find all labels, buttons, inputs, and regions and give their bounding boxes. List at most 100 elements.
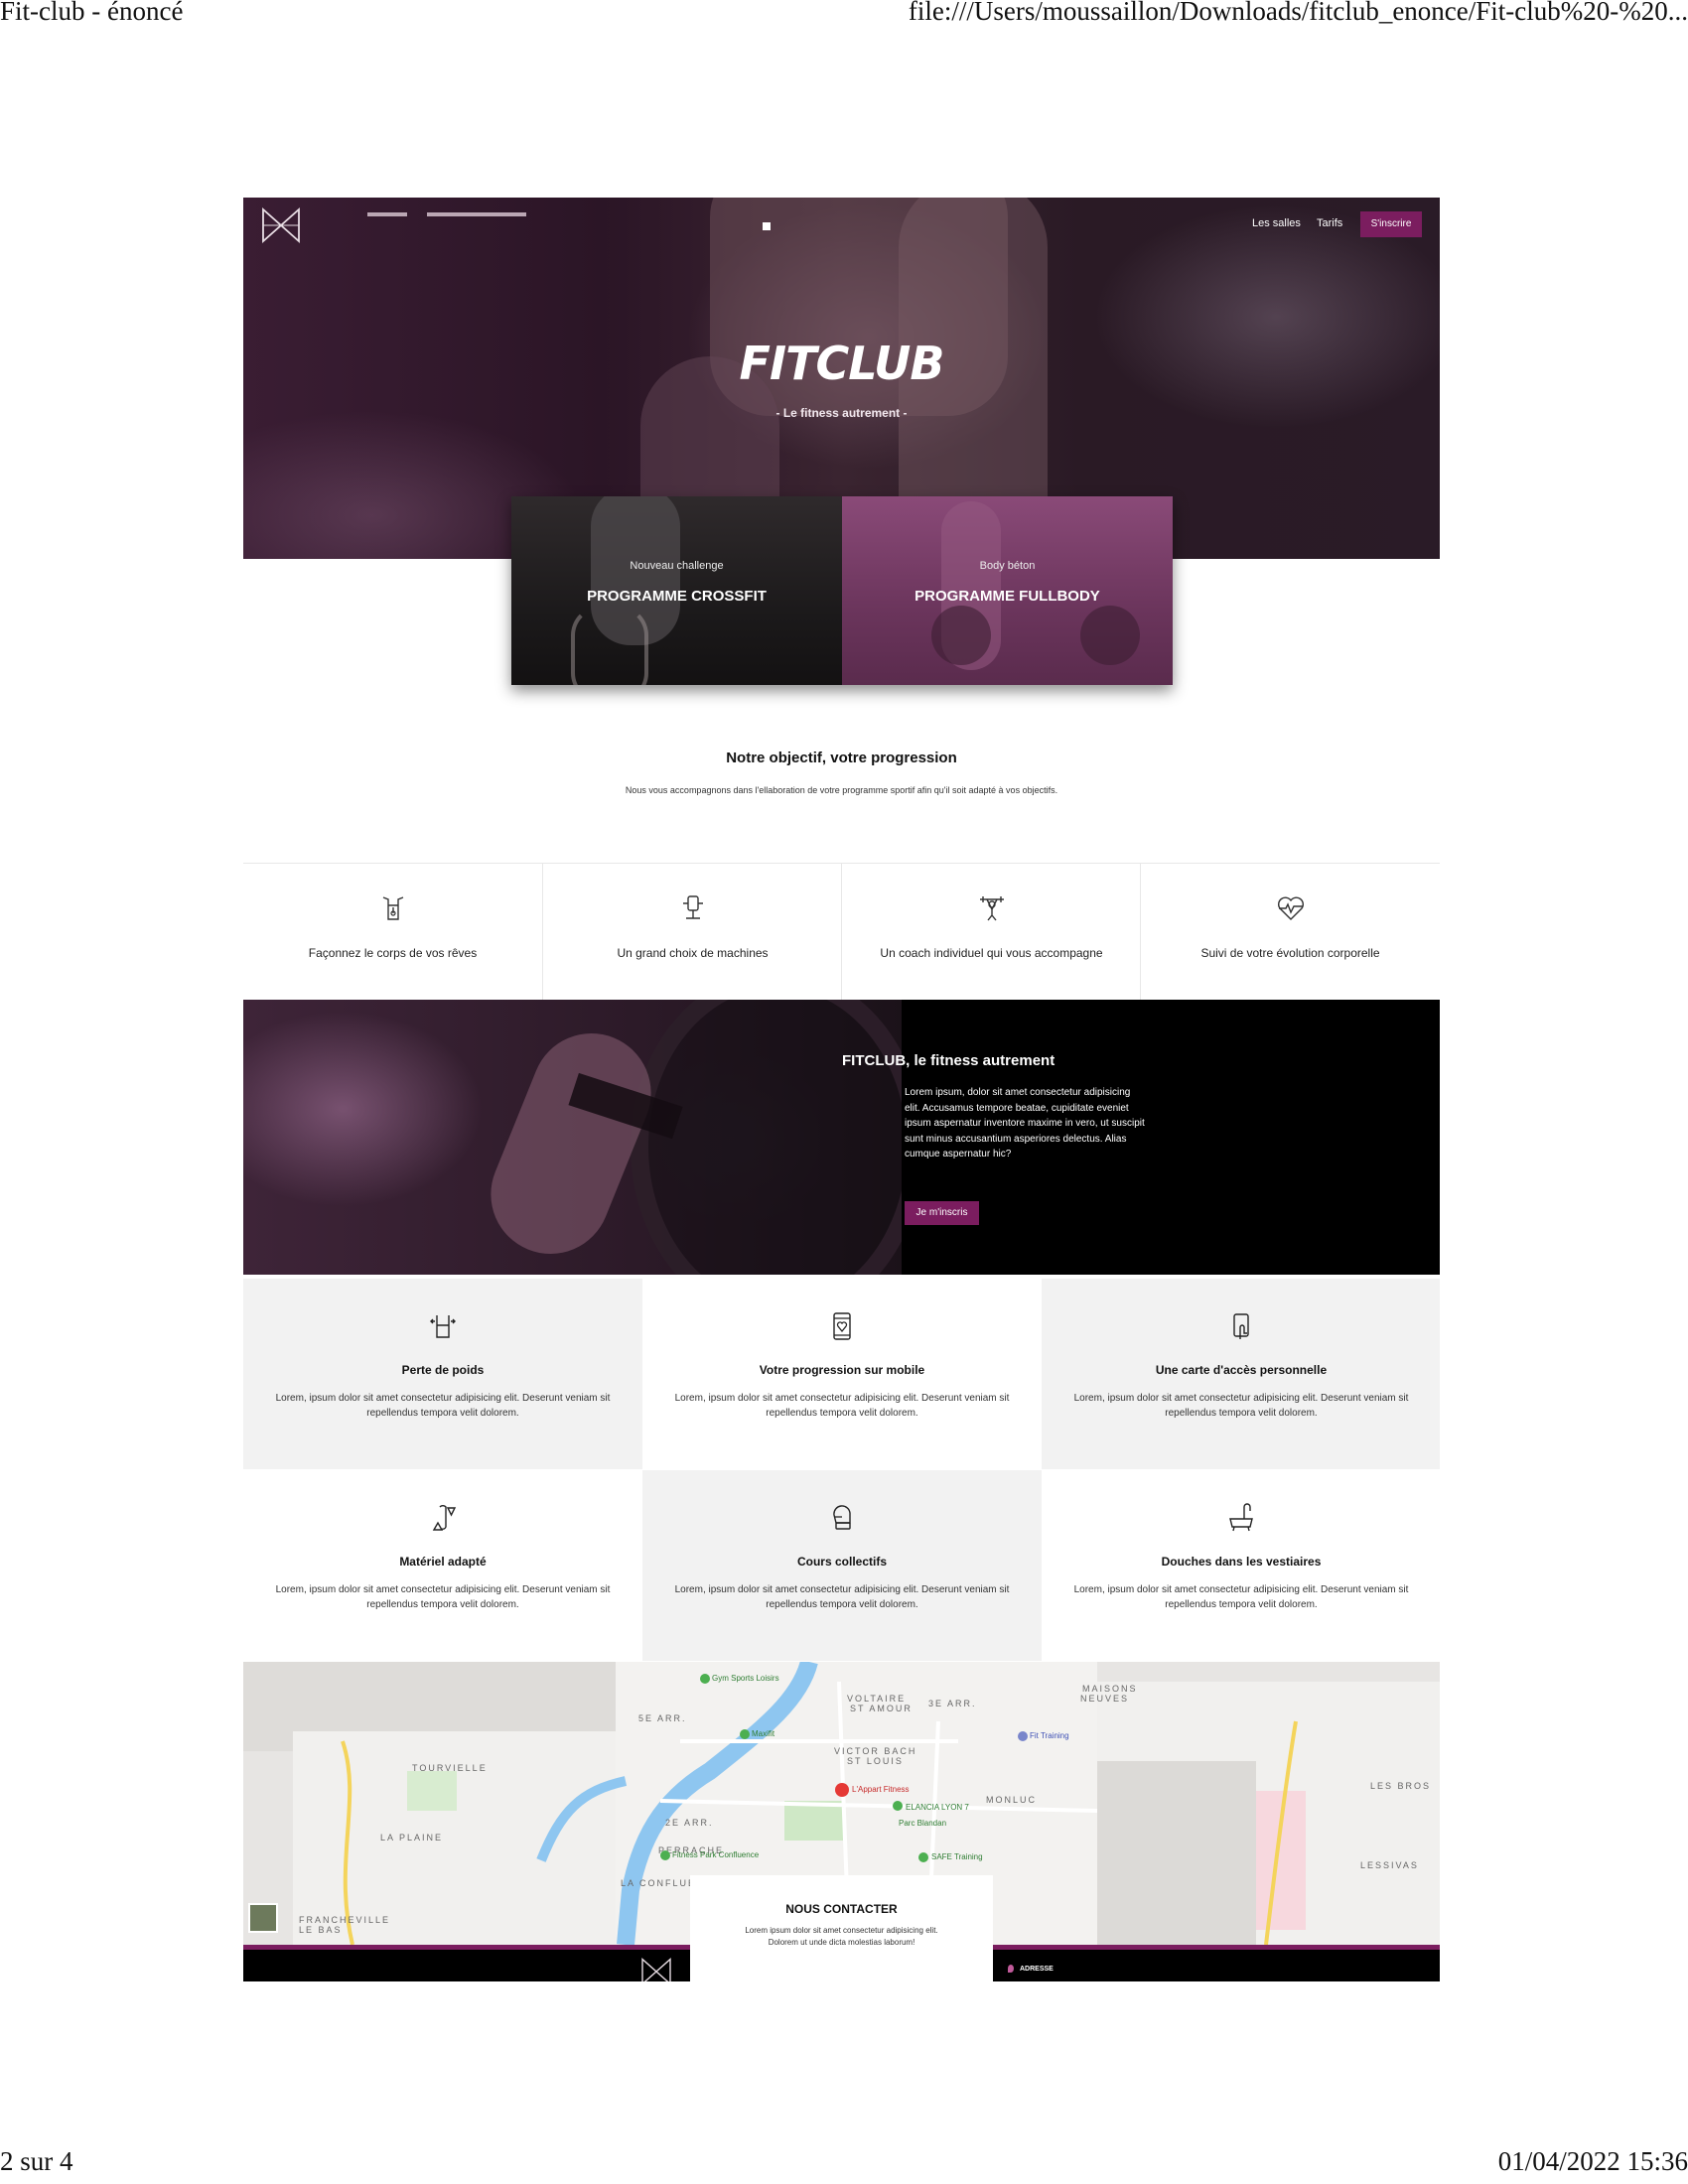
signup-button[interactable]: S'inscrire bbox=[1360, 211, 1422, 237]
equipment-icon bbox=[432, 1505, 457, 1531]
map-satellite-toggle[interactable] bbox=[248, 1903, 278, 1933]
advantage-text: Lorem, ipsum dolor sit amet consectetur … bbox=[1073, 1584, 1409, 1610]
advantage-title: Matériel adapté bbox=[399, 1555, 487, 1569]
mobile-heart-icon bbox=[833, 1312, 851, 1340]
coach-icon bbox=[980, 896, 1004, 921]
advantage-card: Cours collectifs Lorem, ipsum dolor sit … bbox=[642, 1470, 1042, 1661]
carousel-dot[interactable] bbox=[763, 222, 771, 230]
advantage-text: Lorem, ipsum dolor sit amet consectetur … bbox=[275, 1584, 611, 1610]
features-row: Façonnez le corps de vos rêves Un grand … bbox=[243, 863, 1440, 1001]
map-pin-icon[interactable] bbox=[660, 1850, 670, 1860]
boxing-glove-icon bbox=[833, 1505, 851, 1530]
print-header-title: Fit-club - énoncé bbox=[0, 0, 184, 26]
contact-title: NOUS CONTACTER bbox=[785, 1902, 898, 1916]
heart-pulse-icon bbox=[1278, 896, 1304, 920]
weight-plate-shape bbox=[1080, 606, 1140, 665]
feature-item: Suivi de votre évolution corporelle bbox=[1140, 864, 1440, 1001]
map-place-label: Fitness Park Confluence bbox=[672, 1850, 760, 1859]
about-section: FITCLUB, le fitness autrement Lorem ipsu… bbox=[243, 1000, 1440, 1275]
program-cards: Nouveau challenge PROGRAMME CROSSFIT Bod… bbox=[511, 496, 1173, 685]
program-subtitle: Body béton bbox=[979, 560, 1036, 572]
machine-icon bbox=[683, 895, 703, 919]
program-subtitle: Nouveau challenge bbox=[630, 560, 724, 572]
advantage-title: Douches dans les vestiaires bbox=[1161, 1555, 1322, 1569]
nav-link-tarifs[interactable]: Tarifs bbox=[1317, 217, 1342, 229]
map-pin-icon[interactable] bbox=[893, 1801, 903, 1811]
advantage-title: Cours collectifs bbox=[796, 1555, 888, 1569]
map-pin-icon[interactable] bbox=[700, 1674, 710, 1684]
map-district-label: 3E ARR. bbox=[928, 1699, 977, 1708]
map-district-label: 2E ARR. bbox=[665, 1818, 714, 1828]
advantage-title: Une carte d'accès personnelle bbox=[1155, 1363, 1328, 1377]
map-district-label: FRANCHEVILLE bbox=[299, 1915, 391, 1925]
advantage-card: Perte de poids Lorem, ipsum dolor sit am… bbox=[243, 1279, 642, 1469]
contact-text: Lorem ipsum dolor sit amet consectetur a… bbox=[745, 1926, 938, 1947]
map-place-label: Fit Training bbox=[1030, 1731, 1069, 1740]
print-header-url: file:///Users/moussaillon/Downloads/fitc… bbox=[908, 0, 1688, 26]
map-district-label: VICTOR BACH bbox=[834, 1746, 917, 1756]
program-card-crossfit[interactable]: Nouveau challenge PROGRAMME CROSSFIT bbox=[511, 496, 842, 685]
map-place-label: SAFE Training bbox=[931, 1852, 983, 1861]
map-district-label: TOURVIELLE bbox=[412, 1763, 488, 1773]
access-card-icon bbox=[1233, 1313, 1249, 1339]
map-pin-icon[interactable] bbox=[740, 1729, 750, 1739]
shower-icon bbox=[1229, 1503, 1253, 1532]
map-pin-icon[interactable] bbox=[918, 1852, 928, 1862]
feature-item: Un coach individuel qui vous accompagne bbox=[841, 864, 1141, 1001]
feature-label: Un grand choix de machines bbox=[617, 946, 769, 960]
advantage-text: Lorem, ipsum dolor sit amet consectetur … bbox=[674, 1393, 1010, 1419]
hero-bar-decor bbox=[367, 212, 407, 216]
nav-link-salles[interactable]: Les salles bbox=[1252, 217, 1301, 229]
map-district-label: 5E ARR. bbox=[638, 1713, 687, 1723]
map-place-label: Parc Blandan bbox=[899, 1819, 947, 1828]
feature-item: Façonnez le corps de vos rêves bbox=[243, 864, 542, 1001]
weight-plate-shape bbox=[931, 606, 991, 665]
feature-label: Suivi de votre évolution corporelle bbox=[1200, 946, 1380, 960]
map-district-label: VOLTAIRE bbox=[847, 1694, 907, 1704]
feature-label: Façonnez le corps de vos rêves bbox=[308, 946, 478, 960]
map-district-label: MONLUC bbox=[986, 1795, 1038, 1805]
map-district-label: NEUVES bbox=[1080, 1694, 1130, 1704]
map-pin-icon[interactable] bbox=[835, 1783, 849, 1797]
print-footer-datetime: 01/04/2022 15:36 bbox=[1497, 2146, 1688, 2176]
map-district-label: MAISONS bbox=[1082, 1684, 1138, 1694]
hero-title: FITCLUB bbox=[739, 337, 945, 390]
advantage-card: Douches dans les vestiaires Lorem, ipsum… bbox=[1042, 1470, 1440, 1661]
map-district-label: LESSIVAS bbox=[1360, 1860, 1419, 1870]
join-button[interactable]: Je m'inscris bbox=[905, 1201, 979, 1225]
program-title: PROGRAMME CROSSFIT bbox=[587, 588, 767, 605]
advantage-title: Votre progression sur mobile bbox=[759, 1363, 925, 1377]
feature-item: Un grand choix de machines bbox=[542, 864, 842, 1001]
program-title: PROGRAMME FULLBODY bbox=[914, 588, 1100, 605]
fitclub-logo-icon[interactable] bbox=[638, 1958, 674, 1981]
battle-rope-shape bbox=[571, 606, 648, 685]
advantages-grid: Perte de poids Lorem, ipsum dolor sit am… bbox=[243, 1279, 1440, 1661]
website-page: Les salles Tarifs S'inscrire FITCLUB - L… bbox=[243, 198, 1440, 1981]
program-card-fullbody[interactable]: Body béton PROGRAMME FULLBODY bbox=[842, 496, 1173, 685]
feature-label: Un coach individuel qui vous accompagne bbox=[880, 946, 1103, 960]
fitclub-logo-icon[interactable] bbox=[261, 207, 301, 243]
about-image bbox=[243, 1000, 902, 1275]
map-district-label: LES BROS bbox=[1370, 1781, 1432, 1791]
map-place-label: ELANCIA LYON 7 bbox=[906, 1803, 969, 1812]
footer-address-label: ADRESSE bbox=[1020, 1966, 1054, 1973]
map-district-label: ST AMOUR bbox=[850, 1704, 913, 1713]
print-footer-page: 2 sur 4 bbox=[0, 2146, 73, 2176]
about-title: FITCLUB, le fitness autrement bbox=[842, 1052, 1055, 1069]
map-district-label: LA PLAINE bbox=[380, 1833, 444, 1843]
map-district-label: ST LOUIS bbox=[847, 1756, 904, 1766]
advantage-title: Perte de poids bbox=[401, 1363, 485, 1377]
map-pin-icon[interactable] bbox=[1018, 1731, 1028, 1741]
about-text: Lorem ipsum, dolor sit amet consectetur … bbox=[905, 1087, 1145, 1160]
map-place-label: L'Appart Fitness bbox=[852, 1785, 910, 1794]
advantage-card: Matériel adapté Lorem, ipsum dolor sit a… bbox=[243, 1470, 642, 1661]
map-district-label: LE BAS bbox=[299, 1925, 343, 1935]
hero-tagline: - Le fitness autrement - bbox=[775, 406, 908, 420]
advantage-text: Lorem, ipsum dolor sit amet consectetur … bbox=[674, 1584, 1010, 1610]
map-place-label: Maxifit bbox=[752, 1729, 775, 1738]
objective-title: Notre objectif, votre progression bbox=[726, 750, 957, 766]
map-place-label: Gym Sports Loisirs bbox=[712, 1674, 779, 1683]
objective-text: Nous vous accompagnons dans l'ellaborati… bbox=[625, 785, 1058, 795]
body-icon bbox=[382, 896, 404, 920]
advantage-card: Une carte d'accès personnelle Lorem, ips… bbox=[1042, 1279, 1440, 1469]
